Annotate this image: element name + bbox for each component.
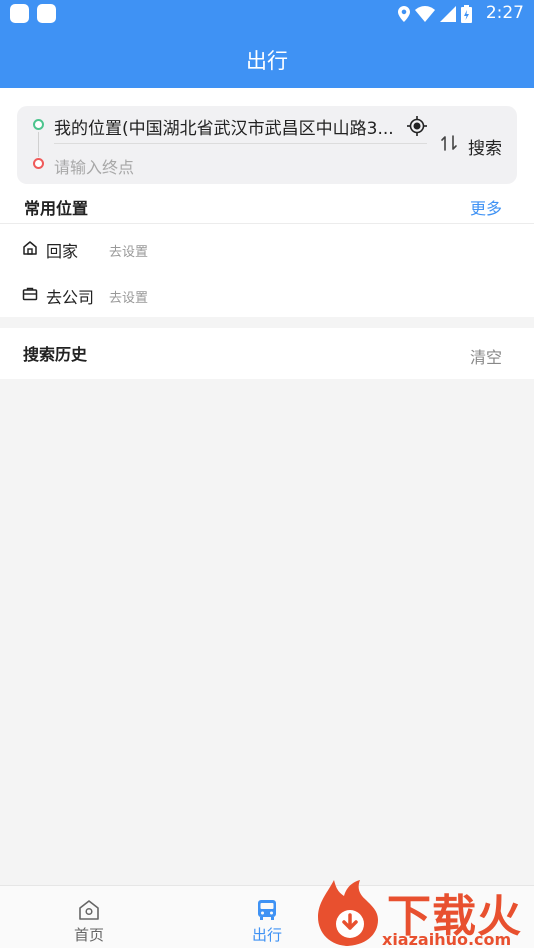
briefcase-icon xyxy=(22,287,38,301)
watermark: 下载火 xiazaihuo.com xyxy=(314,878,534,948)
signal-icon xyxy=(440,6,456,22)
status-icons xyxy=(398,5,472,23)
place-row-home[interactable]: 回家 去设置 xyxy=(0,227,534,273)
tab-label: 出行 xyxy=(251,926,282,944)
frequent-places-header: 常用位置 更多 xyxy=(0,188,534,224)
frequent-places-title: 常用位置 xyxy=(24,199,89,218)
place-row-company[interactable]: 去公司 去设置 xyxy=(0,273,534,319)
end-dot-icon xyxy=(33,158,44,169)
notification-icon xyxy=(37,4,56,23)
place-label: 回家 xyxy=(46,242,79,261)
location-icon xyxy=(398,6,410,22)
bus-icon xyxy=(258,900,276,920)
search-history-title: 搜索历史 xyxy=(23,345,88,364)
route-card: 我的位置(中国湖北省武汉市武昌区中山路3... 请输入终点 搜索 xyxy=(17,106,517,184)
home-tab-icon xyxy=(79,900,99,920)
battery-icon xyxy=(461,5,472,23)
destination-field[interactable]: 请输入终点 xyxy=(54,154,134,178)
swap-icon[interactable] xyxy=(440,133,458,153)
origin-field[interactable]: 我的位置(中国湖北省武汉市武昌区中山路3... xyxy=(54,114,404,139)
search-button[interactable]: 搜索 xyxy=(468,134,502,159)
tab-home[interactable]: 首页 xyxy=(39,886,139,948)
home-icon xyxy=(23,241,37,255)
place-label: 去公司 xyxy=(46,288,95,307)
wifi-icon xyxy=(415,6,435,22)
status-time: 2:27 xyxy=(485,3,524,23)
search-history-header: 搜索历史 清空 xyxy=(0,328,534,379)
flame-logo-icon xyxy=(318,880,378,946)
locate-icon[interactable] xyxy=(406,115,428,137)
field-divider xyxy=(54,143,427,144)
route-connector xyxy=(38,132,39,157)
notification-icon xyxy=(10,4,29,23)
set-place-link[interactable]: 去设置 xyxy=(109,287,148,306)
page-title: 出行 xyxy=(246,49,288,73)
app-header: 出行 xyxy=(0,28,534,88)
status-bar: 2:27 xyxy=(0,0,534,28)
more-link[interactable]: 更多 xyxy=(470,195,502,219)
set-place-link[interactable]: 去设置 xyxy=(109,241,148,260)
watermark-url: xiazaihuo.com xyxy=(382,930,512,948)
start-dot-icon xyxy=(33,119,44,130)
tab-label: 首页 xyxy=(73,926,104,944)
clear-history-button[interactable]: 清空 xyxy=(470,344,502,368)
tab-travel[interactable]: 出行 xyxy=(217,886,317,948)
